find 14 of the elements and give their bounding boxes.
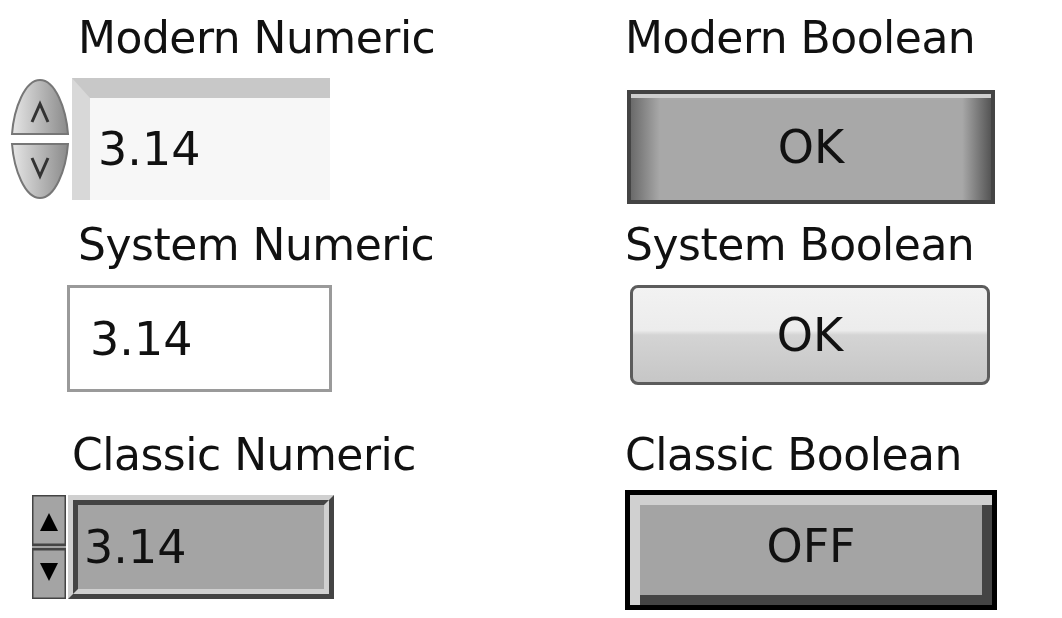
boolean-button[interactable]: OK — [630, 285, 990, 385]
numeric-field[interactable]: 3.14 — [72, 78, 330, 200]
spin-arrows-icon[interactable] — [10, 78, 70, 200]
control-label: Modern Boolean — [625, 11, 977, 65]
numeric-field[interactable]: 3.14 — [68, 495, 334, 599]
control-label: System Numeric — [77, 218, 436, 272]
boolean-button[interactable]: OFF — [625, 490, 997, 610]
control-label: Modern Numeric — [77, 11, 437, 65]
control-label: System Boolean — [625, 218, 976, 272]
spin-arrows-icon[interactable] — [32, 495, 66, 599]
boolean-button[interactable]: OK — [627, 90, 995, 204]
numeric-field[interactable]: 3.14 — [67, 285, 332, 392]
control-label: Classic Boolean — [625, 428, 963, 482]
control-label: Classic Numeric — [71, 428, 417, 482]
